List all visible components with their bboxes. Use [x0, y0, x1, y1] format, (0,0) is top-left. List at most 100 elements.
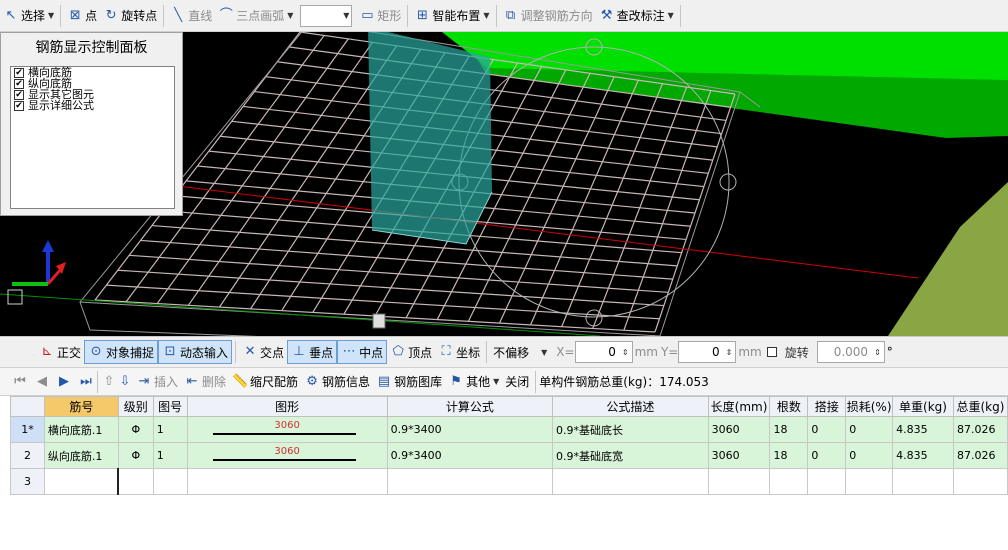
select-button[interactable]: ↖ 选择 ▼ [0, 4, 57, 28]
cell-fig[interactable]: 1 [152, 442, 188, 469]
cell-formula[interactable] [386, 468, 554, 495]
col-header-desc[interactable]: 公式描述 [552, 396, 709, 417]
rebar-line [212, 432, 356, 435]
coord-button[interactable]: ⛶ 坐标 [435, 340, 483, 364]
other-button[interactable]: ⚑ 其他 ▼ [445, 370, 502, 394]
move-down-icon[interactable]: ⇩ [117, 374, 133, 390]
cell-unit-weight[interactable]: 4.835 [892, 442, 954, 469]
last-record-icon[interactable]: ⏭ [78, 374, 94, 390]
rotate-checkbox[interactable] [766, 347, 777, 357]
cell-name[interactable]: 横向底筋.1 [43, 416, 119, 443]
separator [495, 4, 497, 27]
smart-layout-button[interactable]: ⊞ 智能布置 ▼ [411, 4, 492, 28]
cell-unit-weight[interactable] [892, 468, 954, 495]
col-header-unit-weight[interactable]: 单重(kg) [892, 396, 954, 417]
cell-count[interactable]: 18 [769, 442, 809, 469]
move-up-icon[interactable]: ⇧ [101, 374, 117, 390]
col-header-loss[interactable]: 损耗(%) [845, 396, 894, 417]
intersect-button[interactable]: ✕ 交点 [239, 340, 287, 364]
check-label-button[interactable]: ⚒ 查改标注 ▼ [596, 4, 677, 28]
cell-length[interactable]: 3060 [707, 416, 771, 443]
cell-loss[interactable]: 0 [845, 442, 894, 469]
col-header-shape[interactable]: 图形 [186, 396, 388, 417]
col-header-grade[interactable]: 级别 [117, 396, 154, 417]
cell-name[interactable] [43, 468, 120, 495]
panel-title: 钢筋显示控制面板 [35, 40, 148, 56]
scale-rebar-button[interactable]: 📏 缩尺配筋 [229, 370, 301, 394]
checkbox[interactable]: ✔ [14, 78, 24, 89]
cell-length[interactable] [707, 468, 771, 495]
cell-total-weight[interactable]: 87.026 [952, 416, 1008, 443]
ortho-button[interactable]: ⊾ 正交 [36, 340, 84, 364]
cell-length[interactable]: 3060 [707, 442, 771, 469]
first-record-icon[interactable]: ⏮ [12, 374, 28, 390]
table-row[interactable]: 2 纵向底筋.1 Φ 1 3060 0.9*3400 0.9*基础底宽 3060… [10, 442, 1008, 469]
rebar-info-button[interactable]: ⚙ 钢筋信息 [301, 370, 373, 394]
row-number[interactable]: 2 [10, 442, 45, 469]
col-header-fig[interactable]: 图号 [152, 396, 188, 417]
col-header-formula[interactable]: 计算公式 [386, 396, 554, 417]
cell-loss[interactable]: 0 [845, 416, 894, 443]
x-input[interactable]: 0 ⇕ [574, 341, 633, 363]
col-header-lap[interactable]: 搭接 [807, 396, 847, 417]
cell-grade[interactable]: Φ [117, 416, 154, 443]
vertex-button[interactable]: ⬠ 顶点 [387, 340, 435, 364]
cell-formula[interactable]: 0.9*3400 [386, 416, 554, 443]
cell-count[interactable] [769, 468, 809, 495]
row-number[interactable]: 1* [10, 416, 45, 443]
col-header-count[interactable]: 根数 [769, 396, 809, 417]
col-header-length[interactable]: 长度(mm) [707, 396, 771, 417]
cell-fig[interactable] [152, 468, 188, 495]
cell-shape[interactable]: 3060 [186, 416, 388, 443]
cell-total-weight[interactable]: 87.026 [952, 442, 1008, 469]
rect-button[interactable]: ▭ 矩形 [356, 4, 404, 28]
delete-button[interactable]: ⇤ 删除 [181, 370, 229, 394]
cell-name[interactable]: 纵向底筋.1 [43, 442, 119, 469]
next-record-icon[interactable]: ▶ [56, 374, 72, 390]
rebar-library-button[interactable]: ▤ 钢筋图库 [373, 370, 445, 394]
cursor-box [372, 313, 386, 329]
checkbox-item[interactable]: ✔ 显示详细公式 [11, 100, 174, 111]
col-header-name[interactable]: 筋号 [43, 396, 119, 417]
cell-shape[interactable]: 3060 [186, 442, 388, 469]
cell-grade[interactable] [117, 468, 154, 495]
checkbox[interactable]: ✔ [14, 67, 24, 78]
cell-grade[interactable]: Φ [117, 442, 154, 469]
arc-button[interactable]: ⌒ 三点画弧 ▼ [215, 4, 296, 28]
line-button[interactable]: ╲ 直线 [167, 4, 215, 28]
prev-record-icon[interactable]: ◀ [34, 374, 50, 390]
cell-desc[interactable] [552, 468, 709, 495]
offset-dropdown[interactable]: 不偏移 ▼ [490, 340, 550, 364]
close-button[interactable]: 关闭 [502, 370, 532, 394]
perpendicular-icon: ⊥ [293, 344, 305, 359]
insert-button[interactable]: ⇥ 插入 [133, 370, 181, 394]
midpoint-button[interactable]: ⋯ 中点 [337, 340, 388, 364]
cell-total-weight[interactable] [952, 468, 1008, 495]
table-row[interactable]: 1* 横向底筋.1 Φ 1 3060 0.9*3400 0.9*基础底长 306… [10, 416, 1008, 443]
point-button[interactable]: ⊠ 点 [64, 4, 100, 28]
dynamic-input-button[interactable]: ⊡ 动态输入 [158, 340, 233, 364]
y-input[interactable]: 0 ⇕ [678, 341, 737, 363]
col-header-total-weight[interactable]: 总重(kg) [952, 396, 1008, 417]
adjust-direction-button[interactable]: ⧉ 调整钢筋方向 [500, 4, 596, 28]
rotate-input[interactable]: 0.000 ⇕ [816, 341, 885, 363]
row-number[interactable]: 3 [10, 468, 45, 495]
perpendicular-button[interactable]: ⊥ 垂点 [287, 340, 338, 364]
object-snap-button[interactable]: ⊙ 对象捕捉 [84, 340, 159, 364]
table-row[interactable]: 3 [10, 468, 1008, 495]
checkbox[interactable]: ✔ [14, 89, 24, 100]
line-style-combo[interactable]: ▼ [300, 4, 353, 27]
cell-unit-weight[interactable]: 4.835 [892, 416, 954, 443]
cell-desc[interactable]: 0.9*基础底长 [552, 416, 709, 443]
cell-count[interactable]: 18 [769, 416, 809, 443]
cell-lap[interactable] [807, 468, 847, 495]
rotate-point-button[interactable]: ↻ 旋转点 [100, 4, 160, 28]
cell-loss[interactable] [845, 468, 894, 495]
cell-lap[interactable]: 0 [807, 442, 847, 469]
cell-formula[interactable]: 0.9*3400 [386, 442, 554, 469]
checkbox[interactable]: ✔ [14, 100, 24, 111]
cell-desc[interactable]: 0.9*基础底宽 [552, 442, 709, 469]
cell-fig[interactable]: 1 [152, 416, 188, 443]
cell-lap[interactable]: 0 [807, 416, 847, 443]
cell-shape[interactable] [186, 468, 388, 495]
